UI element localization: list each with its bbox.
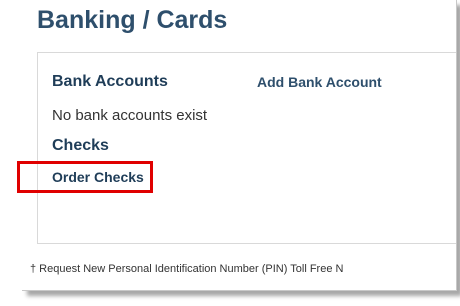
- pin-footnote: † Request New Personal Identification Nu…: [30, 263, 344, 275]
- accounts-panel: Bank Accounts Add Bank Account No bank a…: [37, 52, 456, 244]
- bank-accounts-heading: Bank Accounts: [52, 73, 168, 90]
- checks-heading: Checks: [52, 137, 109, 154]
- add-bank-account-link[interactable]: Add Bank Account: [257, 74, 382, 90]
- no-bank-accounts-message: No bank accounts exist: [52, 107, 208, 124]
- page-title: Banking / Cards: [37, 6, 228, 34]
- order-checks-highlight: [17, 161, 153, 193]
- banking-cards-frame: Banking / Cards Bank Accounts Add Bank A…: [22, 0, 457, 291]
